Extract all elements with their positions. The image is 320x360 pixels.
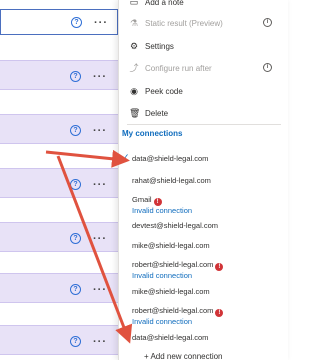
help-icon[interactable]: ? [70,71,81,82]
invalid-connection-label: Invalid connection [132,317,193,326]
connection-item[interactable]: rahat@shield-legal.com [132,176,282,186]
flask-icon: ⚗ [129,18,139,28]
menu-item-peek-code[interactable]: ◉ Peek code [119,83,289,101]
info-icon[interactable]: i [263,18,272,27]
more-options-button[interactable]: ··· [93,72,111,83]
list-row[interactable]: ? ··· [0,325,118,355]
connection-item[interactable]: mike@shield-legal.com [132,241,282,251]
more-options-button[interactable]: ··· [93,234,111,245]
connection-item[interactable]: data@shield-legal.com [132,333,282,343]
more-options-button[interactable]: ··· [93,180,111,191]
help-icon[interactable]: ? [70,284,81,295]
menu-item-delete[interactable]: 🗑 Delete [119,105,289,123]
warning-icon: ! [215,263,224,271]
invalid-connection-label: Invalid connection [132,271,193,280]
connections-heading: My connections [122,129,183,138]
divider [127,124,281,125]
selected-check-icon: ✓ [122,152,130,162]
connection-item[interactable]: robert@shield-legal.com! Invalid connect… [132,306,282,327]
help-icon[interactable]: ? [71,17,82,28]
more-options-button[interactable]: ··· [94,18,112,29]
info-icon[interactable]: i [263,63,272,72]
help-icon[interactable]: ? [70,179,81,190]
menu-item-add-note[interactable]: ▭ Add a note [119,0,289,12]
help-icon[interactable]: ? [70,233,81,244]
list-row[interactable]: ? ··· [0,168,118,198]
warning-icon: ! [215,309,224,317]
warning-icon: ! [153,198,162,206]
connection-item[interactable]: devtest@shield-legal.com [132,221,282,231]
trash-icon: 🗑 [129,108,141,118]
list-row[interactable]: ? ··· [0,222,118,252]
run-after-icon: ⤴ [129,63,139,73]
invalid-connection-label: Invalid connection [132,206,193,215]
list-row[interactable]: ? ··· [0,114,118,144]
more-options-button[interactable]: ··· [93,126,111,137]
menu-item-configure-run-after: ⤴ Configure run after i [119,60,289,78]
list-row[interactable]: ? ··· [0,273,118,303]
help-icon[interactable]: ? [70,336,81,347]
more-options-button[interactable]: ··· [93,285,111,296]
eye-icon: ◉ [130,86,138,96]
note-icon: ▭ [129,0,139,7]
connection-item[interactable]: Gmail! Invalid connection [132,195,282,216]
connection-item[interactable]: robert@shield-legal.com! Invalid connect… [132,260,282,281]
list-row[interactable]: ? ··· [0,60,118,90]
action-list: ? ··· ? ··· ? ··· ? ··· ? ··· ? ··· ? ··… [0,0,118,360]
menu-item-static-result: ⚗ Static result (Preview) i [119,15,289,33]
help-icon[interactable]: ? [70,125,81,136]
add-new-connection-link[interactable]: + Add new connection [144,352,223,360]
more-options-button[interactable]: ··· [93,337,111,348]
connection-item[interactable]: mike@shield-legal.com [132,287,282,297]
gear-icon: ⚙ [129,41,139,51]
list-row[interactable]: ? ··· [0,9,118,35]
connection-item[interactable]: data@shield-legal.com [132,154,282,164]
menu-item-settings[interactable]: ⚙ Settings [119,38,289,56]
